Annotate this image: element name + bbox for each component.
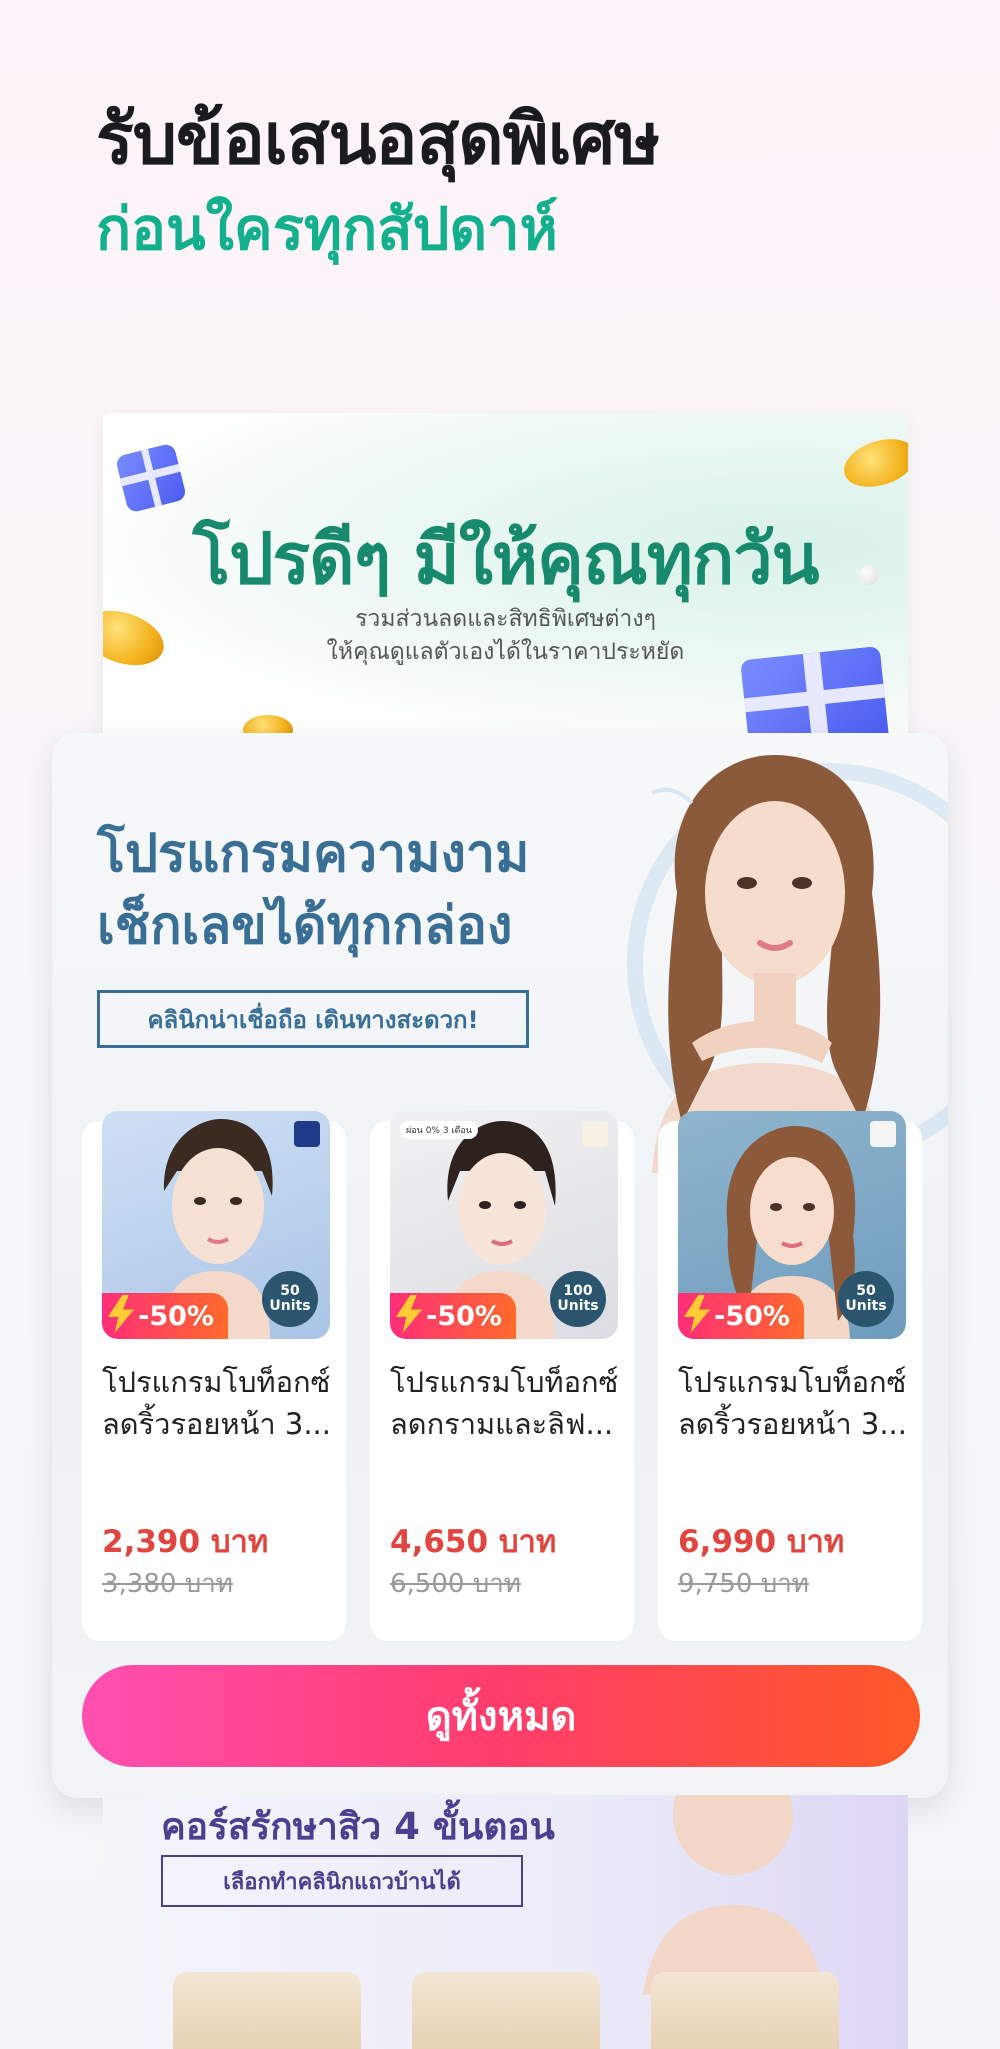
clinic-thumbnail[interactable] — [651, 1972, 839, 2049]
acne-course-card[interactable]: คอร์สรักษาสิว 4 ขั้นตอน เลือกทำคลินิกแถว… — [103, 1795, 908, 2049]
promo-subtitle-line-1: รวมส่วนลดและสิทธิพิเศษต่างๆ — [355, 606, 656, 632]
product-price: 4,650 บาท — [390, 1524, 557, 1560]
nearby-clinic-tag: เลือกทำคลินิกแถวบ้านได้ — [161, 1855, 523, 1907]
discount-text: -50% — [426, 1300, 502, 1332]
installment-tag: ผ่อน 0% 3 เดือน — [400, 1121, 478, 1139]
promo-subtitle: รวมส่วนลดและสิทธิพิเศษต่างๆ ให้คุณดูแลตั… — [103, 603, 908, 669]
product-image: -50% 50 Units — [678, 1111, 906, 1339]
discount-badge: -50% — [390, 1293, 516, 1339]
view-all-button[interactable]: ดูทั้งหมด — [82, 1665, 920, 1767]
program-title-line-2: เช็กเลขได้ทุกกล่อง — [97, 896, 513, 956]
promo-title: โปรดีๆ มีให้คุณทุกวัน — [192, 518, 820, 600]
coin-icon — [838, 430, 908, 496]
lightning-icon — [396, 1295, 422, 1333]
acne-course-title: คอร์สรักษาสิว 4 ขั้นตอน — [161, 1805, 555, 1848]
product-name: โปรแกรมโบท็อกซ์ลดริ้วรอยหน้า 3... — [102, 1365, 331, 1441]
units-label: Units — [269, 1298, 311, 1314]
product-name: โปรแกรมโบท็อกซ์ลดกรามและลิฟ... — [390, 1365, 619, 1441]
beauty-program-card: โปรแกรมความงาม เช็กเลขได้ทุกกล่อง คลินิก… — [52, 733, 948, 1798]
clinic-logo-icon — [870, 1121, 896, 1147]
product-original-price: 6,500 บาท — [390, 1569, 521, 1599]
product-list: -50% 50 Units โปรแกรมโบท็อกซ์ลดริ้วรอยหน้… — [82, 1111, 922, 1641]
program-title-line-1: โปรแกรมความงาม — [97, 824, 530, 884]
discount-badge: -50% — [678, 1293, 804, 1339]
product-price: 6,990 บาท — [678, 1524, 845, 1560]
product-price: 2,390 บาท — [102, 1524, 269, 1560]
headline: รับข้อเสนอสุดพิเศษ ก่อนใครทุกสัปดาห์ — [96, 95, 660, 269]
product-image: -50% 50 Units — [102, 1111, 330, 1339]
trusted-clinic-tag: คลินิกน่าเชื่อถือ เดินทางสะดวก! — [97, 990, 529, 1048]
units-number: 50 — [856, 1283, 876, 1299]
model-shoulder-image — [643, 1795, 823, 1995]
promo-subtitle-line-2: ให้คุณดูแลตัวเองได้ในราคาประหยัด — [326, 639, 685, 665]
product-card[interactable]: -50% 50 Units โปรแกรมโบท็อกซ์ลดริ้วรอยหน้… — [658, 1111, 922, 1641]
lightning-icon — [108, 1295, 134, 1333]
units-badge: 50 Units — [262, 1271, 318, 1327]
units-badge: 50 Units — [838, 1271, 894, 1327]
units-badge: 100 Units — [550, 1271, 606, 1327]
hero-model-image — [582, 743, 948, 1173]
model-portrait-icon — [651, 754, 887, 1173]
headline-line-1: รับข้อเสนอสุดพิเศษ — [96, 98, 660, 180]
product-original-price: 3,380 บาท — [102, 1569, 233, 1599]
program-title: โปรแกรมความงาม เช็กเลขได้ทุกกล่อง — [97, 818, 529, 962]
product-card[interactable]: -50% 50 Units โปรแกรมโบท็อกซ์ลดริ้วรอยหน้… — [82, 1111, 346, 1641]
headline-line-2: ก่อนใครทุกสัปดาห์ — [96, 195, 558, 263]
clinic-thumbnail[interactable] — [173, 1972, 361, 2049]
lightning-icon — [684, 1295, 710, 1333]
clinic-logo-icon — [582, 1121, 608, 1147]
clinic-thumbnail[interactable] — [412, 1972, 600, 2049]
units-number: 100 — [563, 1283, 593, 1299]
product-original-price: 9,750 บาท — [678, 1569, 809, 1599]
promo-banner-card[interactable]: โปรดีๆ มีให้คุณทุกวัน รวมส่วนลดและสิทธิพ… — [103, 413, 908, 743]
product-image: ผ่อน 0% 3 เดือน -50% 100 Units — [390, 1111, 618, 1339]
clinic-logo-icon — [294, 1121, 320, 1147]
discount-badge: -50% — [102, 1293, 228, 1339]
product-card[interactable]: ผ่อน 0% 3 เดือน -50% 100 Units โปรแกรมโบท… — [370, 1111, 634, 1641]
discount-text: -50% — [138, 1300, 214, 1332]
discount-text: -50% — [714, 1300, 790, 1332]
product-name: โปรแกรมโบท็อกซ์ลดริ้วรอยหน้า 3... — [678, 1365, 907, 1441]
units-label: Units — [845, 1298, 887, 1314]
units-label: Units — [557, 1298, 599, 1314]
units-number: 50 — [280, 1283, 300, 1299]
